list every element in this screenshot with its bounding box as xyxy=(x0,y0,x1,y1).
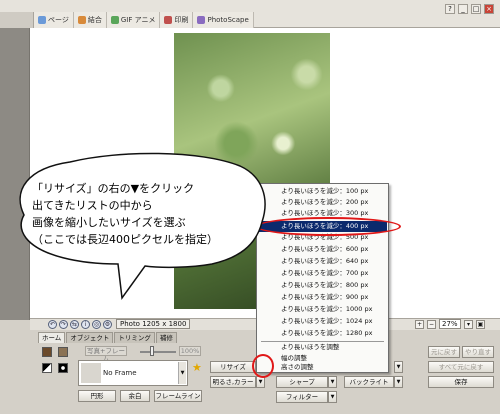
undo-button[interactable]: 元に戻す xyxy=(428,346,460,358)
top-tab-bar: ページ 結合 GIF アニメ 印刷 PhotoScape ? _ □ × xyxy=(0,0,500,28)
menu-item-1024[interactable]: より長いほうを減少：1024 px xyxy=(258,316,387,327)
menu-item-600[interactable]: より長いほうを減少：600 px xyxy=(258,244,387,255)
subtab-trim[interactable]: トリミング xyxy=(114,332,155,343)
filter-button[interactable]: フィルター xyxy=(276,391,328,403)
photo-info: Photo 1205 x 1800 xyxy=(116,319,191,329)
menu-item-200[interactable]: より長いほうを減少：200 px xyxy=(258,197,387,208)
photo-frame-button[interactable]: 写真+フレーム xyxy=(85,346,127,363)
tab-print[interactable]: 印刷 xyxy=(160,12,194,28)
left-panel-stripe xyxy=(0,28,30,320)
settings-icon[interactable]: ⚙ xyxy=(103,320,112,329)
highlight-ring-400 xyxy=(256,217,401,236)
frame-slider-track xyxy=(140,351,176,353)
callout-line-2: 出てきたリストの中から xyxy=(32,199,153,212)
tab-combine[interactable]: 結合 xyxy=(73,12,107,28)
window-controls: ? _ □ × xyxy=(445,4,494,14)
tab-page[interactable]: ページ xyxy=(34,12,74,28)
extra-dropdown-arrow[interactable]: ▼ xyxy=(394,361,403,373)
color-swatch-brown[interactable] xyxy=(42,347,52,357)
combine-icon xyxy=(77,16,86,24)
rotate-left-icon[interactable]: ↶ xyxy=(48,320,57,329)
backlight-dropdown-arrow[interactable]: ▼ xyxy=(394,376,403,388)
frame-select-value: No Frame xyxy=(103,369,137,377)
margin-button[interactable]: 余白 xyxy=(120,390,150,402)
menu-item-adjust-height[interactable]: 高さの調整 xyxy=(258,362,387,373)
subtab-object[interactable]: オブジェクト xyxy=(66,332,114,343)
bw-toggle-icon[interactable] xyxy=(42,363,52,373)
subtab-home[interactable]: ホーム xyxy=(38,332,66,343)
minimize-icon[interactable]: _ xyxy=(458,4,468,14)
sharpen-button[interactable]: シャープ xyxy=(276,376,328,388)
frame-line-button[interactable]: フレームライン xyxy=(154,390,202,402)
zoom-out-icon[interactable]: − xyxy=(427,319,436,329)
photoscape-icon xyxy=(197,16,206,24)
vignette-icon[interactable] xyxy=(58,363,68,373)
highlight-ring-arrow xyxy=(252,354,274,378)
page-icon xyxy=(38,16,46,24)
sharpen-dropdown-arrow[interactable]: ▼ xyxy=(328,376,337,388)
rotate-right-icon[interactable]: ↷ xyxy=(59,320,68,329)
menu-item-640[interactable]: より長いほうを減少：640 px xyxy=(258,256,387,267)
backlight-button[interactable]: バックライト xyxy=(344,376,394,388)
compare-icon[interactable]: ◎ xyxy=(92,320,101,329)
round-button[interactable]: 円形 xyxy=(78,390,116,402)
gif-icon xyxy=(110,16,119,24)
brightness-color-button[interactable]: 明るさ,カラー xyxy=(210,376,256,388)
tab-photoscape[interactable]: PhotoScape xyxy=(193,12,254,28)
tab-photoscape-label: PhotoScape xyxy=(207,16,249,24)
main-tabs: ページ 結合 GIF アニメ 印刷 PhotoScape xyxy=(34,12,254,28)
close-icon[interactable]: × xyxy=(484,4,494,14)
print-icon xyxy=(164,16,173,24)
color-swatch-tan[interactable] xyxy=(58,347,68,357)
redo-button[interactable]: やり直す xyxy=(462,346,494,358)
help-icon[interactable]: ? xyxy=(445,4,455,14)
maximize-icon[interactable]: □ xyxy=(471,4,481,14)
menu-item-adjust-long[interactable]: より長いほうを調整 xyxy=(258,342,387,353)
tab-combine-label: 結合 xyxy=(87,16,102,24)
fit-icon[interactable]: ▣ xyxy=(476,319,485,329)
left-tab-stub xyxy=(0,12,34,28)
menu-item-800[interactable]: より長いほうを減少：800 px xyxy=(258,280,387,291)
menu-item-700[interactable]: より長いほうを減少：700 px xyxy=(258,268,387,279)
tab-page-label: ページ xyxy=(48,16,69,24)
favorite-star-icon[interactable]: ★ xyxy=(192,361,202,374)
frame-thumbnail xyxy=(81,363,101,383)
frame-select[interactable]: No Frame ▼ xyxy=(78,360,188,386)
tab-gif-label: GIF アニメ xyxy=(120,16,156,24)
zoom-value[interactable]: 27% xyxy=(439,319,461,329)
callout-line-1: 「リサイズ」の右の▼をクリック xyxy=(32,182,195,195)
chevron-down-icon[interactable]: ▼ xyxy=(178,362,186,384)
callout-line-3: 画像を縮小したいサイズを選ぶ xyxy=(32,216,186,229)
resize-dropdown-menu: より長いほうを減少：100 px より長いほうを減少：200 px より長いほう… xyxy=(256,183,389,373)
undo-all-button[interactable]: すべて元に戻す xyxy=(428,361,494,373)
flip-icon[interactable]: ⇆ xyxy=(70,320,79,329)
menu-item-900[interactable]: より長いほうを減少：900 px xyxy=(258,292,387,303)
tab-gif[interactable]: GIF アニメ xyxy=(106,12,161,28)
filter-dropdown-arrow[interactable]: ▼ xyxy=(328,391,337,403)
save-button[interactable]: 保存 xyxy=(428,376,494,388)
subtab-repair[interactable]: 補修 xyxy=(155,332,177,343)
menu-item-1280[interactable]: より長いほうを減少：1280 px xyxy=(258,328,387,339)
zoom-in-icon[interactable]: + xyxy=(415,319,424,329)
frame-percent[interactable]: 100% xyxy=(179,346,201,356)
frame-slider-thumb[interactable] xyxy=(150,346,154,356)
menu-item-100[interactable]: より長いほうを減少：100 px xyxy=(258,186,387,197)
menu-item-1000[interactable]: より長いほうを減少：1000 px xyxy=(258,304,387,315)
panel-subtabs: ホーム オブジェクト トリミング 補修 xyxy=(38,332,178,343)
info-icon[interactable]: i xyxy=(81,320,90,329)
resize-button[interactable]: リサイズ xyxy=(210,361,256,373)
zoom-controls: + − 27% ▾ ▣ xyxy=(415,319,485,329)
zoom-dropdown-icon[interactable]: ▾ xyxy=(464,319,473,329)
callout-line-4: （ここでは長辺400ピクセルを指定） xyxy=(32,233,218,246)
tab-print-label: 印刷 xyxy=(174,16,189,24)
